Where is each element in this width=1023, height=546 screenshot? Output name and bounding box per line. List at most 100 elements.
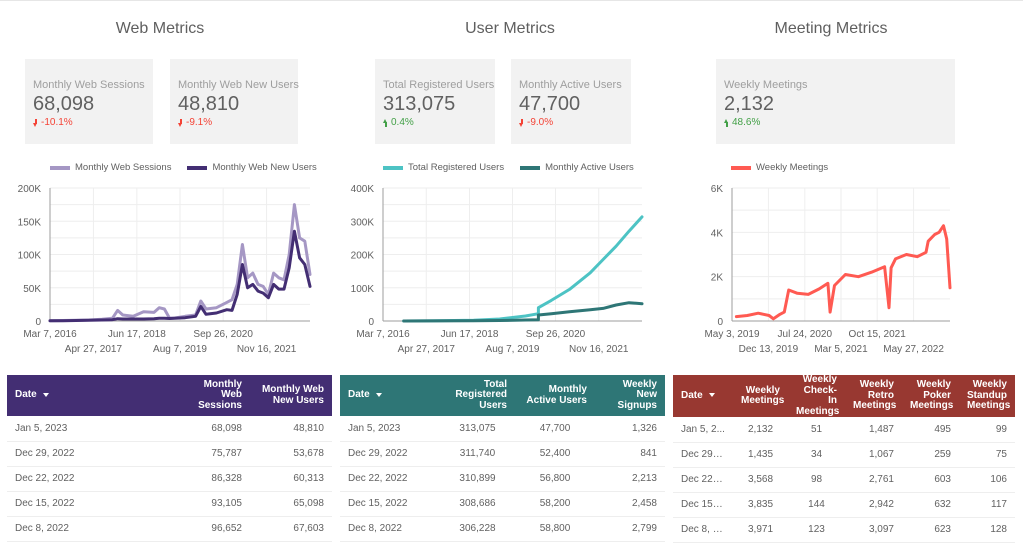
column-header-label: Weekly Standup Meetings: [967, 379, 1011, 412]
table-row[interactable]: Dec 15, ... 3,835 144 2,942 632 117: [673, 492, 1015, 518]
column-header[interactable]: Total Registered Users: [440, 375, 515, 416]
table-row[interactable]: Dec 29, 2022 311,740 52,400 841: [340, 441, 665, 467]
table-row[interactable]: Dec 8, 2022 96,652 67,603: [7, 516, 332, 542]
y-tick-label: 200K: [351, 251, 375, 262]
meeting-chart[interactable]: 0 2K 4K 6K May 3, 2019 Jul 24, 2020 Oct 15, 20…: [680, 180, 1010, 365]
user-chart[interactable]: 0 100K 200K 300K 400K Mar 7, 2016 Jun 17, 2018…: [340, 180, 670, 365]
table-row[interactable]: Jan 5, 2... 2,132 51 1,487 495 99: [673, 417, 1015, 443]
table-row[interactable]: Dec 22, 2022 310,899 56,800 2,213: [340, 466, 665, 492]
table-row[interactable]: Dec 22, 2022 86,328 60,313: [7, 466, 332, 492]
scorecard-web-new-users[interactable]: Monthly Web New Users 48,810 -9.1%: [170, 59, 299, 144]
cell-value: 308,686: [440, 491, 515, 517]
table-row[interactable]: Dec 22, ... 3,568 98 2,761 603 106: [673, 467, 1015, 493]
cell-value: 3,568: [733, 467, 788, 493]
legend-item[interactable]: Monthly Active Users: [520, 162, 634, 173]
column-header[interactable]: Weekly Check-In Meetings: [788, 374, 845, 417]
sort-caret-down-icon[interactable]: [42, 392, 49, 397]
scorecard-delta: -9.1%: [178, 117, 298, 128]
y-tick-label: 100K: [351, 284, 375, 295]
y-tick-label: 4K: [711, 228, 724, 239]
cell-value: 2,761: [845, 467, 902, 493]
cell-value: 58,800: [515, 516, 595, 542]
scorecard-monthly-active[interactable]: Monthly Active Users 47,700 -9.0%: [511, 59, 631, 144]
legend-label: Monthly Web Sessions: [75, 162, 172, 173]
table-row[interactable]: Dec 29, ... 1,435 34 1,067 259 75: [673, 442, 1015, 468]
cell-value: 48,810: [250, 416, 332, 442]
legend-item[interactable]: Monthly Web Sessions: [50, 162, 171, 173]
table-row[interactable]: Jan 5, 2023 313,075 47,700 1,326: [340, 416, 665, 442]
column-header[interactable]: Monthly Web New Users: [250, 375, 332, 416]
table-row[interactable]: Jan 5, 2023 68,098 48,810: [7, 416, 332, 442]
cell-value: 2,213: [595, 466, 665, 492]
cell-value: 1,435: [733, 442, 788, 468]
x-tick-label: Sep 26, 2020: [526, 329, 586, 340]
cell-value: 51: [788, 417, 845, 443]
web-chart[interactable]: 0 50K 100K 150K 200K Mar 7, 2016 Jun 17, 2018 S…: [0, 180, 330, 365]
web-chart-legend: Monthly Web Sessions Monthly Web New Use…: [50, 162, 317, 173]
legend-swatch: [50, 165, 70, 170]
column-header-label: Total Registered Users: [455, 378, 507, 411]
cell-value: 259: [902, 442, 959, 468]
column-header[interactable]: Weekly New Signups: [595, 375, 665, 416]
cell-value: 841: [595, 441, 665, 467]
y-tick-label: 150K: [18, 217, 42, 228]
x-tick-label: May 27, 2022: [883, 344, 944, 355]
table-row[interactable]: Dec 8, 2... 3,971 123 3,097 623 128: [673, 517, 1015, 543]
scorecard-weekly-meetings[interactable]: Weekly Meetings 2,132 48.6%: [716, 59, 955, 144]
cell-value: 313,075: [440, 416, 515, 442]
scorecard-label: Weekly Meetings: [724, 79, 808, 91]
y-tick-label: 200K: [18, 184, 42, 195]
cell-date: Jan 5, 2023: [340, 416, 440, 442]
cell-value: 3,097: [845, 517, 902, 543]
table-row[interactable]: Dec 15, 2022 308,686 58,200 2,458: [340, 491, 665, 517]
column-header-label: Weekly Retro Meetings: [853, 379, 897, 412]
legend-item[interactable]: Weekly Meetings: [731, 162, 828, 173]
scorecard-value: 68,098: [33, 93, 95, 115]
column-header-date[interactable]: Date: [673, 375, 733, 417]
table-row[interactable]: Dec 15, 2022 93,105 65,098: [7, 491, 332, 517]
y-tick-label: 0: [35, 317, 41, 328]
cell-value: 117: [959, 492, 1015, 518]
cell-value: 632: [902, 492, 959, 518]
user-chart-legend: Total Registered Users Monthly Active Us…: [383, 162, 634, 173]
scorecard-total-registered[interactable]: Total Registered Users 313,075 0.4%: [375, 59, 495, 144]
scorecard-delta: -9.0%: [519, 117, 631, 128]
scorecard-web-sessions[interactable]: Monthly Web Sessions 68,098 -10.1%: [25, 59, 153, 144]
cell-date: Dec 8, 2...: [673, 517, 733, 543]
scorecard-value: 313,075: [383, 93, 456, 115]
sort-caret-down-icon[interactable]: [708, 393, 715, 398]
table-row[interactable]: Dec 8, 2022 306,228 58,800 2,799: [340, 516, 665, 542]
scorecard-delta: 0.4%: [383, 117, 495, 128]
x-tick-label: Jul 24, 2020: [778, 329, 833, 340]
table-row[interactable]: Dec 29, 2022 75,787 53,678: [7, 441, 332, 467]
x-tick-label: Aug 7, 2019: [486, 344, 540, 355]
column-header[interactable]: Weekly Poker Meetings: [902, 375, 959, 417]
web-line-chart: 0 50K 100K 150K 200K Mar 7, 2016 Jun 17, 2018 S…: [18, 184, 312, 355]
legend-item[interactable]: Monthly Web New Users: [187, 162, 317, 173]
column-header[interactable]: Weekly Standup Meetings: [959, 375, 1015, 417]
cell-value: 99: [959, 417, 1015, 443]
cell-value: 65,098: [250, 491, 332, 517]
user-metrics-table: Date Total Registered Users Monthly Active…: [340, 375, 665, 542]
column-header[interactable]: Monthly Active Users: [515, 375, 595, 416]
column-header-date[interactable]: Date: [340, 375, 440, 416]
y-tick-label: 300K: [351, 217, 375, 228]
cell-value: 3,971: [733, 517, 788, 543]
cell-value: 311,740: [440, 441, 515, 467]
delta-text: -10.1%: [41, 117, 73, 128]
column-header[interactable]: Weekly Retro Meetings: [845, 375, 902, 417]
legend-swatch: [187, 165, 208, 170]
cell-value: 123: [788, 517, 845, 543]
x-tick-label: Oct 15, 2021: [849, 329, 907, 340]
legend-item[interactable]: Total Registered Users: [383, 162, 504, 173]
column-header[interactable]: Weekly Meetings: [733, 375, 788, 417]
cell-date: Dec 22, ...: [673, 467, 733, 493]
cell-value: 53,678: [250, 441, 332, 467]
sort-caret-down-icon[interactable]: [375, 392, 382, 397]
column-header[interactable]: Monthly Web Sessions: [172, 375, 250, 416]
column-header-date[interactable]: Date: [7, 375, 172, 416]
x-tick-label: Jun 17, 2018: [441, 329, 499, 340]
cell-value: 86,328: [172, 466, 250, 492]
cell-date: Dec 29, ...: [673, 442, 733, 468]
cell-value: 58,200: [515, 491, 595, 517]
